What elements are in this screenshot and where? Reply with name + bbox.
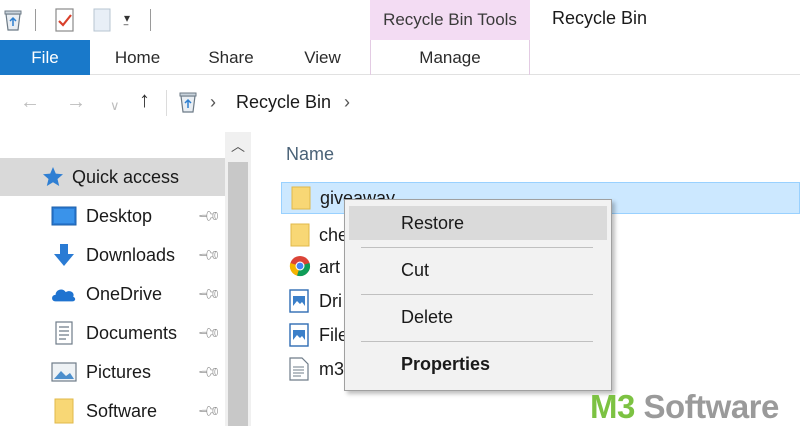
nav-item-label: Documents <box>86 322 178 343</box>
nav-item-downloads[interactable]: Downloads 📌︎ <box>0 236 225 274</box>
file-name: art <box>319 256 341 277</box>
recycle-bin-icon <box>3 8 23 37</box>
nav-item-desktop[interactable]: Desktop 📌︎ <box>0 197 225 235</box>
breadcrumb-chevron-icon[interactable]: › <box>344 92 350 113</box>
nav-item-pictures[interactable]: Pictures 📌︎ <box>0 353 225 391</box>
menu-divider <box>361 294 593 295</box>
pin-icon[interactable]: 📌︎ <box>196 242 222 268</box>
back-arrow-icon[interactable]: ← <box>20 92 40 112</box>
picture-file-icon <box>289 323 311 347</box>
customize-toolbar-icon[interactable]: ▾ ‾ <box>124 12 130 36</box>
menu-item-label: Properties <box>401 353 491 374</box>
picture-file-icon <box>289 289 311 313</box>
nav-item-label: Quick access <box>72 166 180 187</box>
scroll-up-chevron-icon[interactable]: ︿ <box>225 132 251 160</box>
menu-divider <box>361 247 593 248</box>
nav-item-label: Desktop <box>86 205 153 226</box>
ribbon-tabs: File Home Share View Manage <box>0 40 800 75</box>
new-folder-icon[interactable] <box>92 7 112 38</box>
nav-item-quick-access[interactable]: Quick access <box>0 158 225 196</box>
toolbar-divider <box>150 9 151 31</box>
navigation-pane: Quick access Desktop 📌︎ Downloads 📌︎ One… <box>0 132 251 426</box>
menu-item-label: Restore <box>401 212 465 233</box>
tab-file[interactable]: File <box>0 40 90 75</box>
chrome-icon <box>289 255 311 279</box>
recycle-bin-tools-group: Recycle Bin Tools <box>370 0 530 40</box>
pin-icon[interactable]: 📌︎ <box>196 359 222 385</box>
m3-software-watermark: M3 Software <box>590 388 779 426</box>
nav-item-label: Pictures <box>86 361 152 382</box>
nav-item-onedrive[interactable]: OneDrive 📌︎ <box>0 275 225 313</box>
menu-item-restore[interactable]: Restore <box>349 206 607 240</box>
properties-check-icon[interactable] <box>54 7 76 38</box>
desktop-icon <box>51 204 77 228</box>
file-name: m3 <box>319 358 345 379</box>
recent-locations-chevron-icon[interactable]: ∨ <box>110 96 120 116</box>
tab-manage[interactable]: Manage <box>370 40 530 75</box>
nav-item-label: Downloads <box>86 244 176 265</box>
nav-item-software[interactable]: Software 📌︎ <box>0 392 225 426</box>
nav-item-label: OneDrive <box>86 283 163 304</box>
tab-view[interactable]: View <box>295 40 350 75</box>
folder-icon <box>51 398 77 424</box>
nav-scrollbar-thumb[interactable] <box>228 162 248 426</box>
address-recycle-bin-icon <box>178 90 198 119</box>
menu-item-cut[interactable]: Cut <box>349 253 607 287</box>
breadcrumb-recycle-bin[interactable]: Recycle Bin <box>236 92 331 113</box>
column-header-name[interactable]: Name <box>286 144 334 165</box>
tab-share[interactable]: Share <box>200 40 262 75</box>
nav-item-documents[interactable]: Documents 📌︎ <box>0 314 225 352</box>
cloud-icon <box>50 282 76 306</box>
pin-icon[interactable]: 📌︎ <box>196 320 222 346</box>
menu-item-label: Cut <box>401 259 430 280</box>
breadcrumb-chevron-icon[interactable]: › <box>210 92 216 113</box>
context-menu: Restore Cut Delete Properties <box>344 199 612 391</box>
folder-icon <box>289 223 311 247</box>
watermark-brand: M3 <box>590 388 635 425</box>
toolbar-divider <box>35 9 36 31</box>
nav-item-label: Software <box>86 400 158 421</box>
up-arrow-icon[interactable]: ↑ <box>139 89 150 111</box>
file-name: Dri <box>319 290 342 311</box>
address-divider <box>166 90 167 116</box>
forward-arrow-icon[interactable]: → <box>66 92 86 112</box>
download-icon <box>51 243 77 267</box>
pin-icon[interactable]: 📌︎ <box>196 281 222 307</box>
pictures-icon <box>51 360 77 384</box>
star-icon <box>40 165 66 189</box>
title-bar: ▾ ‾ Recycle Bin Tools Recycle Bin <box>0 0 800 40</box>
folder-icon <box>290 186 312 210</box>
pin-icon[interactable]: 📌︎ <box>196 398 222 424</box>
text-file-icon <box>289 357 311 381</box>
menu-item-label: Delete <box>401 306 454 327</box>
menu-item-properties[interactable]: Properties <box>349 347 607 381</box>
menu-item-delete[interactable]: Delete <box>349 300 607 334</box>
pin-icon[interactable]: 📌︎ <box>196 203 222 229</box>
address-bar: ← → ∨ ↑ › Recycle Bin › <box>0 76 800 132</box>
tab-home[interactable]: Home <box>110 40 165 75</box>
menu-divider <box>361 341 593 342</box>
window-title: Recycle Bin <box>552 8 648 28</box>
watermark-suffix: Software <box>634 388 780 425</box>
documents-icon <box>51 321 77 345</box>
